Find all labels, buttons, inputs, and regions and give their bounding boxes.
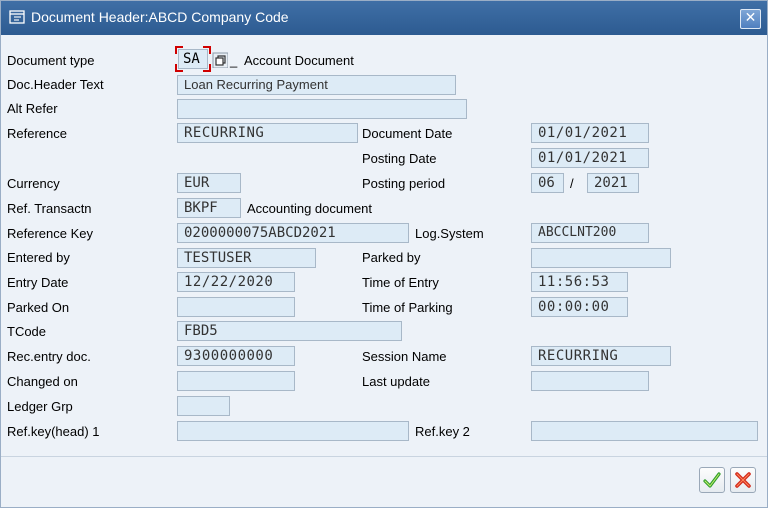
document-type-field[interactable]: SA <box>178 49 208 69</box>
ref-transactn-description: Accounting document <box>247 201 373 216</box>
document-header-dialog: Document Header:ABCD Company Code ✕ Docu… <box>0 0 768 508</box>
entered-by-field[interactable]: TESTUSER <box>177 248 316 268</box>
ok-button[interactable] <box>699 467 725 493</box>
document-type-focus: SA <box>175 46 211 72</box>
ledger-grp-field[interactable] <box>177 396 230 416</box>
time-of-parking-label: Time of Parking <box>362 300 453 315</box>
cancel-button[interactable] <box>730 467 756 493</box>
cancel-x-icon <box>735 472 751 488</box>
close-button[interactable]: ✕ <box>740 9 761 29</box>
ref-key2-field[interactable] <box>531 421 758 441</box>
reference-key-label: Reference Key <box>7 226 93 241</box>
reference-field[interactable]: RECURRING <box>177 123 358 143</box>
currency-field[interactable]: EUR <box>177 173 241 193</box>
ref-key-head1-field[interactable] <box>177 421 409 441</box>
changed-on-field[interactable] <box>177 371 295 391</box>
form-area: Document type SA _ Account Document Doc.… <box>1 35 767 507</box>
tcode-field[interactable]: FBD5 <box>177 321 402 341</box>
footer-divider <box>1 456 767 457</box>
ledger-grp-label: Ledger Grp <box>7 399 73 414</box>
time-of-entry-label: Time of Entry <box>362 275 439 290</box>
log-system-label: Log.System <box>415 226 484 241</box>
changed-on-label: Changed on <box>7 374 78 389</box>
last-update-field[interactable] <box>531 371 649 391</box>
ref-key-head1-label: Ref.key(head) 1 <box>7 424 100 439</box>
entered-by-label: Entered by <box>7 250 70 265</box>
posting-period-separator: / <box>570 176 574 191</box>
rec-entry-doc-label: Rec.entry doc. <box>7 349 91 364</box>
rec-entry-doc-field[interactable]: 9300000000 <box>177 346 295 366</box>
ref-transactn-field[interactable]: BKPF <box>177 198 241 218</box>
posting-period-month-field[interactable]: 06 <box>531 173 564 193</box>
document-date-label: Document Date <box>362 126 453 141</box>
close-x-icon: ✕ <box>744 10 757 26</box>
time-of-entry-field[interactable]: 11:56:53 <box>531 272 628 292</box>
last-update-label: Last update <box>362 374 430 389</box>
entry-date-label: Entry Date <box>7 275 69 290</box>
posting-period-label: Posting period <box>362 176 446 191</box>
ref-transactn-label: Ref. Transactn <box>7 201 92 216</box>
parked-on-label: Parked On <box>7 300 70 315</box>
reference-key-field[interactable]: 0200000075ABCD2021 <box>177 223 409 243</box>
posting-period-year-field[interactable]: 2021 <box>587 173 639 193</box>
copy-icon[interactable] <box>212 52 228 68</box>
posting-date-label: Posting Date <box>362 151 437 166</box>
currency-label: Currency <box>7 176 60 191</box>
window-title: Document Header:ABCD Company Code <box>31 9 289 25</box>
session-name-label: Session Name <box>362 349 447 364</box>
parked-on-field[interactable] <box>177 297 295 317</box>
alt-refer-label: Alt Refer <box>7 101 58 116</box>
reference-label: Reference <box>7 126 67 141</box>
tcode-label: TCode <box>7 324 47 339</box>
session-name-field[interactable]: RECURRING <box>531 346 671 366</box>
entry-date-field[interactable]: 12/22/2020 <box>177 272 295 292</box>
ref-key2-label: Ref.key 2 <box>415 424 470 439</box>
document-type-description: Account Document <box>244 53 354 68</box>
dash-text: _ <box>230 53 238 68</box>
doc-header-text-field[interactable]: Loan Recurring Payment <box>177 75 456 95</box>
doc-header-text-label: Doc.Header Text <box>7 77 104 92</box>
parked-by-label: Parked by <box>362 250 421 265</box>
log-system-field[interactable]: ABCCLNT200 <box>531 223 649 243</box>
title-bar: Document Header:ABCD Company Code ✕ <box>1 1 767 35</box>
alt-refer-field[interactable] <box>177 99 467 119</box>
posting-date-field[interactable]: 01/01/2021 <box>531 148 649 168</box>
document-date-field[interactable]: 01/01/2021 <box>531 123 649 143</box>
document-type-label: Document type <box>7 53 95 68</box>
checkmark-icon <box>703 472 721 488</box>
parked-by-field[interactable] <box>531 248 671 268</box>
time-of-parking-field[interactable]: 00:00:00 <box>531 297 628 317</box>
document-header-icon <box>9 10 25 24</box>
